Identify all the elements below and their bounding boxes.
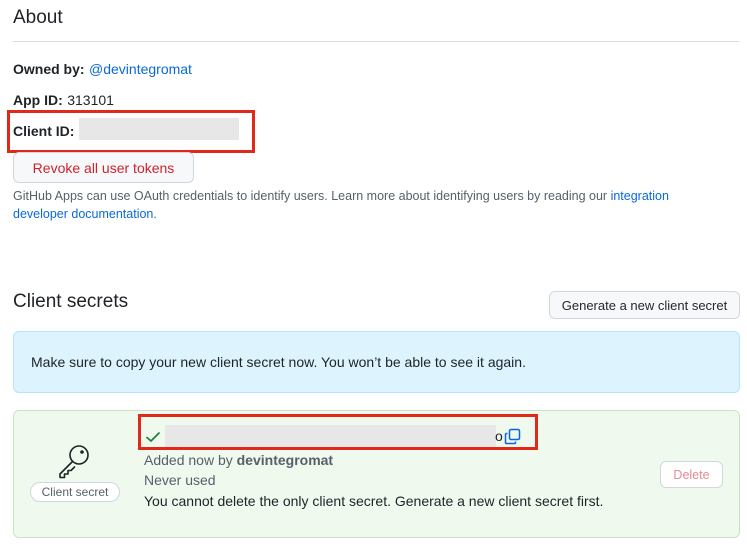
revoke-tokens-button[interactable]: Revoke all user tokens [13,152,194,183]
secret-added-by: Added now by devintegromat [144,452,333,468]
about-divider [13,41,739,42]
delete-secret-button[interactable]: Delete [660,461,723,488]
client-secret-highlight [138,414,538,450]
added-by-user: devintegromat [236,452,334,468]
integration-doc-link-part1[interactable]: integration [611,189,669,203]
integration-doc-link-part2[interactable]: developer documentation [13,207,153,221]
added-prefix: Added now by [144,452,237,468]
copy-secret-flash: Make sure to copy your new client secret… [13,331,740,393]
client-secrets-heading: Client secrets [13,291,129,312]
key-icon [55,442,95,480]
oauth-help-body: GitHub Apps can use OAuth credentials to… [13,189,608,203]
flash-message: Make sure to copy your new client secret… [31,354,526,370]
about-heading: About [13,7,63,28]
oauth-help-text: GitHub Apps can use OAuth credentials to… [13,187,713,223]
owner-link[interactable]: @devintegromat [89,61,192,77]
delete-restriction-note: You cannot delete the only client secret… [144,493,604,509]
app-id-label: App ID: [13,92,63,108]
owned-by-label: Owned by: [13,61,85,77]
app-id-row: App ID: 313101 [13,92,114,110]
app-id-value: 313101 [67,92,114,108]
client-secret-badge: Client secret [30,482,120,502]
owned-by-row: Owned by: @devintegromat [13,61,192,79]
page: About Owned by: @devintegromat App ID: 3… [0,0,747,559]
help-text-period: . [153,207,157,221]
client-id-highlight [7,110,255,153]
secret-last-used: Never used [144,472,216,488]
generate-secret-button[interactable]: Generate a new client secret [549,291,740,319]
